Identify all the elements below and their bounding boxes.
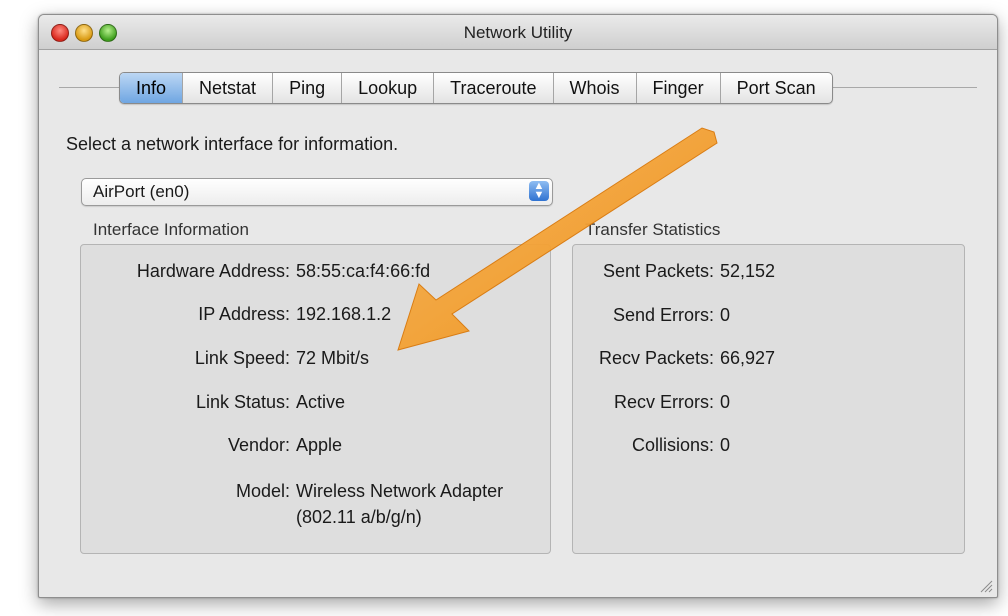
link-status-label: Link Status: — [195, 392, 290, 412]
ip-address-value: 192.168.1.2 — [296, 304, 392, 324]
updown-arrows-icon: ▲ ▼ — [529, 181, 549, 201]
recv-errors-label: Recv Errors: — [613, 392, 714, 412]
recv-errors-row: Recv Errors: 0 — [566, 392, 730, 413]
hardware-address-row: Hardware Address: 58:55:ca:f4:66:fd — [80, 261, 430, 282]
collisions-label: Collisions: — [631, 435, 714, 455]
collisions-row: Collisions: 0 — [566, 435, 730, 456]
tab-whois[interactable]: Whois — [554, 73, 637, 103]
title-bar[interactable]: Network Utility — [39, 15, 997, 50]
sent-packets-row: Sent Packets: 52,152 — [566, 261, 775, 282]
link-speed-row: Link Speed: 72 Mbit/s — [80, 348, 369, 369]
tab-ping[interactable]: Ping — [273, 73, 343, 103]
tab-info[interactable]: Info — [120, 73, 184, 103]
interface-select-value: AirPort (en0) — [93, 182, 190, 201]
interface-information-title: Interface Information — [93, 220, 249, 239]
vendor-label: Vendor: — [227, 435, 290, 455]
vendor-row: Vendor: Apple — [80, 435, 342, 456]
model-row: Model: Wireless Network Adapter — [80, 481, 503, 502]
link-speed-value: 72 Mbit/s — [296, 348, 370, 368]
tab-port-scan[interactable]: Port Scan — [721, 73, 832, 103]
tab-bar: Info Netstat Ping Lookup Traceroute Whoi… — [119, 72, 833, 104]
transfer-statistics-title: Transfer Statistics — [585, 220, 721, 239]
link-speed-label: Link Speed: — [194, 348, 290, 368]
model-value-line1: Wireless Network Adapter — [296, 481, 504, 501]
recv-packets-value: 66,927 — [720, 348, 776, 368]
interface-prompt: Select a network interface for informati… — [66, 134, 399, 154]
tab-netstat[interactable]: Netstat — [183, 73, 274, 103]
tab-finger[interactable]: Finger — [637, 73, 721, 103]
send-errors-value: 0 — [720, 305, 731, 325]
model-label: Model: — [235, 481, 290, 501]
recv-errors-value: 0 — [720, 392, 731, 412]
send-errors-row: Send Errors: 0 — [566, 305, 730, 326]
network-utility-window: Network Utility Info Netstat Ping Lookup… — [38, 14, 998, 598]
vendor-value: Apple — [296, 435, 343, 455]
tab-traceroute[interactable]: Traceroute — [434, 73, 554, 103]
recv-packets-label: Recv Packets: — [598, 348, 714, 368]
interface-select[interactable]: AirPort (en0) ▲ ▼ — [81, 178, 553, 206]
model-value-line2: (802.11 a/b/g/n) — [296, 507, 422, 527]
send-errors-label: Send Errors: — [612, 305, 714, 325]
collisions-value: 0 — [720, 435, 731, 455]
link-status-row: Link Status: Active — [80, 392, 345, 413]
link-status-value: Active — [296, 392, 346, 412]
hardware-address-label: Hardware Address: — [136, 261, 290, 281]
sent-packets-value: 52,152 — [720, 261, 776, 281]
window-title: Network Utility — [463, 23, 573, 42]
tab-lookup[interactable]: Lookup — [342, 73, 435, 103]
resize-grip-icon[interactable] — [979, 579, 993, 593]
ip-address-row: IP Address: 192.168.1.2 — [80, 304, 391, 325]
sent-packets-label: Sent Packets: — [602, 261, 714, 281]
hardware-address-value: 58:55:ca:f4:66:fd — [296, 261, 431, 281]
recv-packets-row: Recv Packets: 66,927 — [566, 348, 775, 369]
ip-address-label: IP Address: — [198, 304, 290, 324]
